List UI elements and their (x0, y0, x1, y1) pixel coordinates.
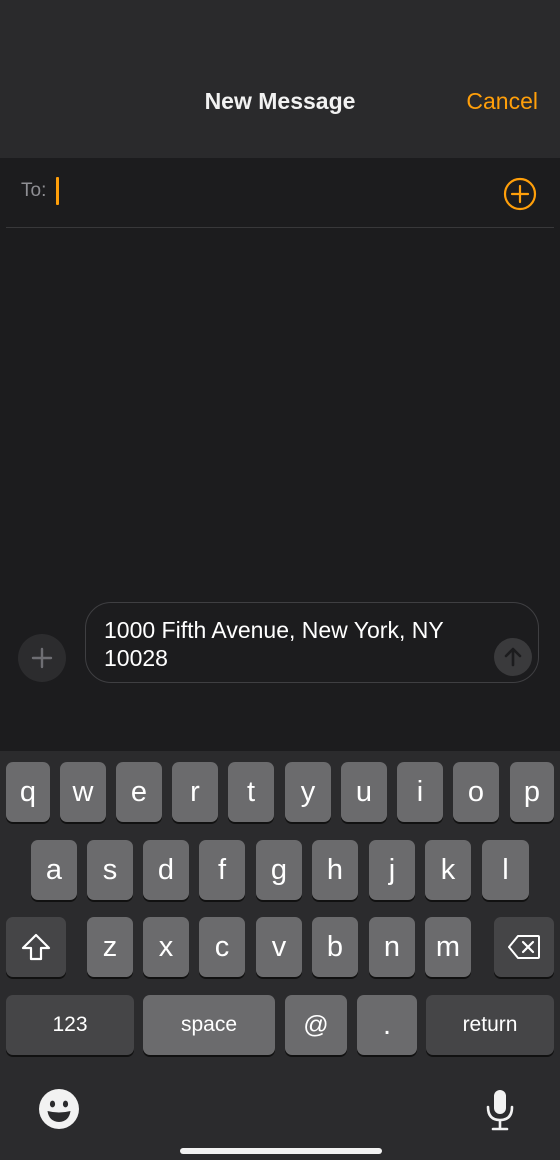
add-contact-button[interactable] (503, 177, 537, 211)
key-t[interactable]: t (228, 762, 274, 822)
key-g[interactable]: g (256, 840, 302, 900)
period-key[interactable]: . (357, 995, 417, 1055)
key-y[interactable]: y (285, 762, 331, 822)
key-j[interactable]: j (369, 840, 415, 900)
key-i[interactable]: i (397, 762, 443, 822)
recipient-label: To: (21, 180, 47, 201)
key-w[interactable]: w (60, 762, 106, 822)
divider (6, 227, 554, 228)
key-k[interactable]: k (425, 840, 471, 900)
key-e[interactable]: e (116, 762, 162, 822)
navigation-bar: New Message Cancel (0, 0, 560, 158)
key-n[interactable]: n (369, 917, 415, 977)
message-text: 1000 Fifth Avenue, New York, NY 10028 (104, 617, 444, 671)
attach-button[interactable] (18, 634, 66, 682)
delete-backspace-icon (508, 935, 540, 959)
key-x[interactable]: x (143, 917, 189, 977)
text-caret (56, 177, 59, 205)
key-r[interactable]: r (172, 762, 218, 822)
key-d[interactable]: d (143, 840, 189, 900)
key-f[interactable]: f (199, 840, 245, 900)
key-a[interactable]: a (31, 840, 77, 900)
return-key[interactable]: return (426, 995, 554, 1055)
send-button[interactable] (494, 638, 532, 676)
shift-key[interactable] (6, 917, 66, 977)
dictation-button[interactable] (484, 1088, 516, 1132)
key-u[interactable]: u (341, 762, 387, 822)
key-v[interactable]: v (256, 917, 302, 977)
key-c[interactable]: c (199, 917, 245, 977)
at-key[interactable]: @ (285, 995, 347, 1055)
key-o[interactable]: o (453, 762, 499, 822)
numbers-key[interactable]: 123 (6, 995, 134, 1055)
key-h[interactable]: h (312, 840, 358, 900)
microphone-icon (486, 1090, 514, 1131)
space-key[interactable]: space (143, 995, 275, 1055)
recipient-row: To: (0, 158, 560, 228)
plus-icon (31, 647, 53, 669)
cancel-button[interactable]: Cancel (466, 88, 538, 115)
key-m[interactable]: m (425, 917, 471, 977)
home-indicator (180, 1148, 382, 1154)
shift-icon (21, 933, 51, 961)
key-z[interactable]: z (87, 917, 133, 977)
key-b[interactable]: b (312, 917, 358, 977)
key-p[interactable]: p (510, 762, 554, 822)
emoji-button[interactable] (37, 1087, 81, 1131)
keyboard: q w e r t y u i o p a s d f g h j k l z … (0, 751, 560, 1160)
plus-circle-icon (503, 177, 537, 211)
arrow-up-icon (504, 647, 522, 667)
key-s[interactable]: s (87, 840, 133, 900)
message-field[interactable]: 1000 Fifth Avenue, New York, NY 10028 (85, 602, 539, 683)
delete-key[interactable] (494, 917, 554, 977)
recipient-input[interactable] (56, 174, 476, 208)
key-l[interactable]: l (482, 840, 529, 900)
key-q[interactable]: q (6, 762, 50, 822)
emoji-icon (39, 1089, 79, 1129)
